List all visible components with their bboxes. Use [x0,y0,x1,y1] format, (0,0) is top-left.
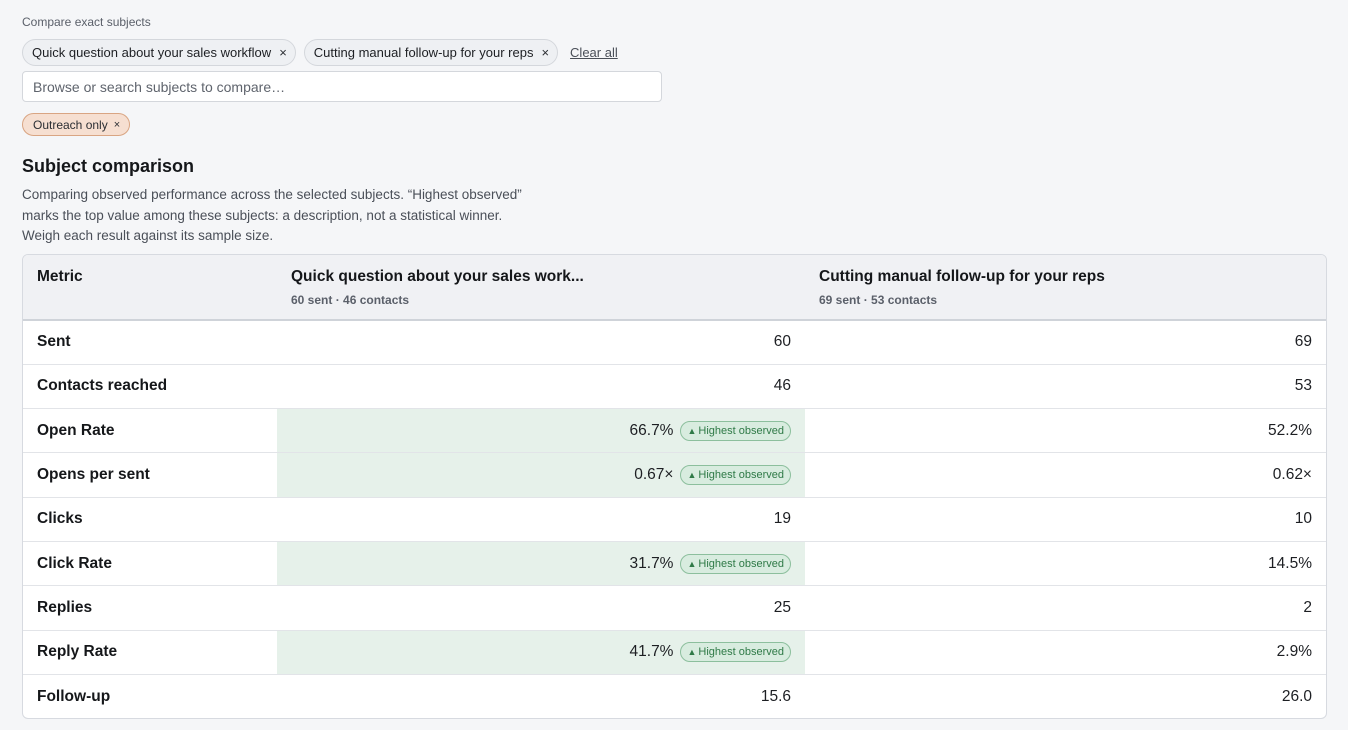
subject-b-value-cell: 53 [1294,377,1312,395]
close-icon[interactable]: × [541,45,549,60]
metric-name-cell: Open Rate [37,421,115,439]
subject-a-value: 46 [773,377,791,395]
value-group: 66.7% ▲ Highest observed [629,420,791,441]
badge-label: Highest observed [698,557,784,570]
value-group: 46 [774,377,791,395]
subject-a-value-cell: 15.6 [277,674,805,718]
subject-a-value-cell: 41.7% ▲ Highest observed [277,630,805,675]
table-row: Sent 60 69 [23,320,1326,365]
comparison-table: Metric Quick question about your sales w… [22,254,1327,719]
comparison-description: Comparing observed performance across th… [22,187,522,243]
compare-section-label: Compare exact subjects [22,15,151,29]
value-group: 15.6 [761,688,791,706]
table-row: Replies 25 2 [23,586,1326,631]
subject-a-value-cell: 19 [277,497,805,541]
metric-name-cell: Reply Rate [37,643,118,661]
subject-b-value-cell: 10 [1294,510,1312,528]
metric-name-cell: Follow-up [37,687,111,705]
subject-b-value-cell: 0.62× [1272,466,1312,484]
metric-column-header: Metric [37,268,83,285]
subject-a-stats: 60 sent · 46 contacts [291,293,410,307]
subject-chip[interactable]: Quick question about your sales workflow… [22,38,296,66]
filter-chip-label: Outreach only [33,117,108,132]
subject-b-value-cell: 14.5% [1268,554,1312,572]
table-row: Contacts reached 46 53 [23,364,1326,409]
close-icon[interactable]: × [114,119,120,131]
metric-name-cell: Click Rate [37,554,112,572]
subject-b-title: Cutting manual follow-up for your reps [819,268,1105,285]
subject-chip-label: Quick question about your sales workflow [32,44,272,60]
table-header-row: Metric Quick question about your sales w… [23,255,1326,320]
value-group: 25 [774,599,791,617]
selected-subjects: Quick question about your sales workflow… [22,38,618,66]
table-row: Clicks 19 10 [23,497,1326,542]
subject-a-value-cell: 66.7% ▲ Highest observed [277,408,805,453]
badge-label: Highest observed [698,469,784,482]
subject-b-value-cell: 69 [1294,333,1312,351]
metric-name-cell: Clicks [37,510,83,528]
triangle-up-icon: ▲ [687,558,697,569]
subject-a-value: 66.7% [629,421,674,439]
subject-b-value-cell: 2 [1303,598,1312,616]
value-group: 19 [774,510,791,528]
page-title: Subject comparison [22,156,195,176]
subject-a-value: 19 [773,510,791,528]
triangle-up-icon: ▲ [687,470,697,481]
subject-a-value-cell: 60 [277,320,805,364]
value-group: 31.7% ▲ Highest observed [629,553,791,574]
subject-a-value: 25 [773,598,791,616]
triangle-up-icon: ▲ [687,425,697,436]
badge-label: Highest observed [698,424,784,437]
subject-b-value-cell: 52.2% [1268,421,1312,439]
subject-chip-label: Cutting manual follow-up for your reps [313,44,534,60]
badge-label: Highest observed [698,646,784,659]
table-row: Opens per sent 0.67× ▲ Highest observed 0.62… [23,452,1326,498]
highest-observed-badge: ▲ Highest observed [680,642,791,663]
outreach-filter-chip[interactable]: Outreach only × [22,113,131,136]
highest-observed-badge: ▲ Highest observed [680,553,791,574]
value-group: 0.67× ▲ Highest observed [634,465,791,486]
subject-a-value: 60 [773,333,791,351]
metric-name-cell: Contacts reached [37,377,168,395]
value-group: 41.7% ▲ Highest observed [629,642,791,663]
subject-b-value-cell: 2.9% [1276,643,1312,661]
subject-a-value: 41.7% [629,643,674,661]
subject-a-value: 0.67× [634,466,674,484]
close-icon[interactable]: × [279,45,287,60]
subject-a-value-cell: 25 [277,586,805,630]
subject-a-value: 31.7% [629,554,674,572]
triangle-up-icon: ▲ [687,647,697,658]
subject-b-value-cell: 26.0 [1281,687,1312,705]
metric-name-cell: Opens per sent [37,466,150,484]
clear-all-link[interactable]: Clear all [570,45,618,60]
subject-a-title: Quick question about your sales work... [291,268,584,285]
metric-name-cell: Sent [37,333,71,351]
metric-name-cell: Replies [37,598,93,616]
table-row: Open Rate 66.7% ▲ Highest observed 52.2% [23,408,1326,453]
subject-a-value-cell: 46 [277,364,805,408]
subject-chip[interactable]: Cutting manual follow-up for your reps × [303,38,559,66]
subject-b-column-header: Cutting manual follow-up for your reps 6… [805,255,1326,320]
subject-search-input[interactable] [22,71,662,102]
subject-a-value-cell: 31.7% ▲ Highest observed [277,541,805,586]
subject-a-value-cell: 0.67× ▲ Highest observed [277,452,805,498]
subject-a-column-header: Quick question about your sales work... … [277,255,805,320]
table-row: Reply Rate 41.7% ▲ Highest observed 2.9% [23,630,1326,675]
table-row: Follow-up 15.6 26.0 [23,674,1326,718]
subject-a-value: 15.6 [760,687,791,705]
highest-observed-badge: ▲ Highest observed [680,465,791,486]
highest-observed-badge: ▲ Highest observed [680,420,791,441]
subject-b-stats: 69 sent · 53 contacts [819,293,938,307]
value-group: 60 [774,333,791,351]
table-row: Click Rate 31.7% ▲ Highest observed 14.5% [23,541,1326,586]
